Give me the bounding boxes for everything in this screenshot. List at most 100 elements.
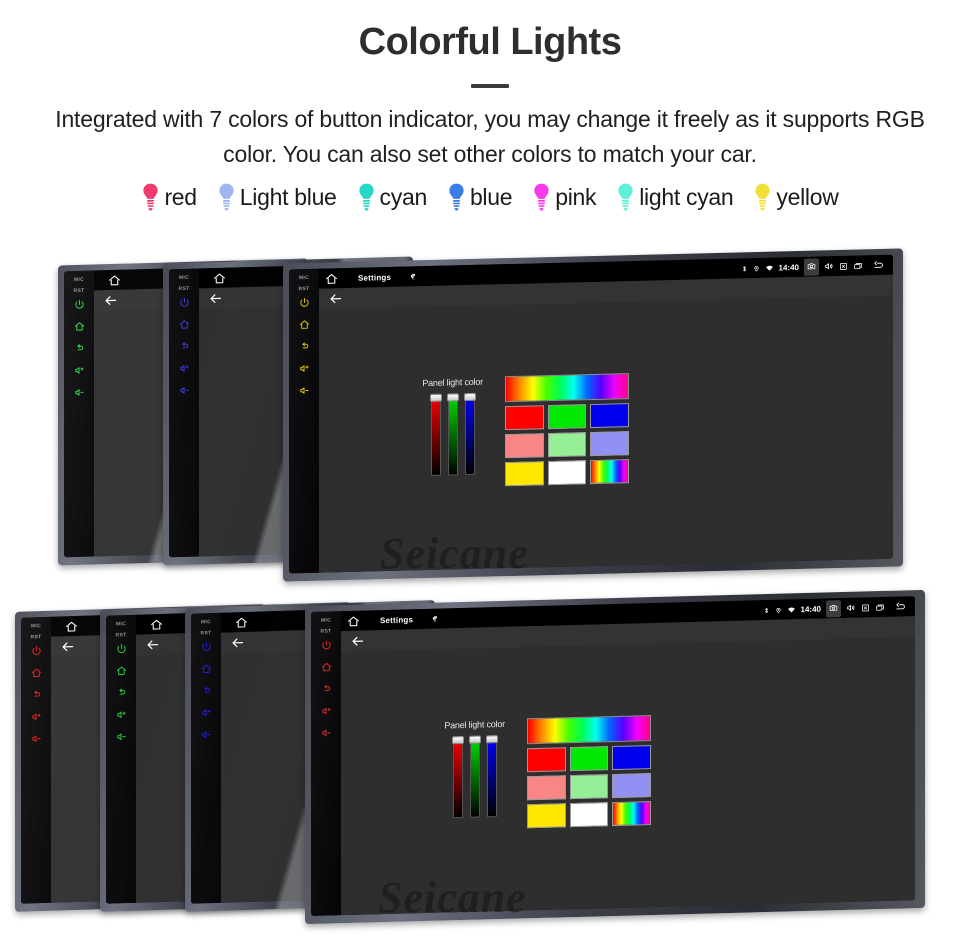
volume-up-icon[interactable] [31, 711, 42, 722]
speaker-icon[interactable] [846, 603, 856, 613]
back-icon[interactable] [321, 683, 332, 694]
swatch-yellow[interactable] [527, 803, 566, 829]
volume-down-icon[interactable] [321, 727, 332, 738]
volume-up-icon[interactable] [116, 709, 127, 720]
power-icon[interactable] [116, 643, 127, 654]
rgb-slider-group: Panel light color [444, 719, 505, 819]
camera-icon[interactable] [826, 599, 841, 617]
power-icon[interactable] [321, 639, 332, 650]
hue-gradient-bar[interactable] [505, 373, 630, 403]
home-icon[interactable] [325, 272, 338, 285]
home-icon[interactable] [116, 665, 127, 676]
home-icon[interactable] [179, 319, 190, 330]
red-slider[interactable] [451, 735, 464, 819]
red-slider[interactable] [429, 393, 442, 476]
swatch-light-green[interactable] [547, 432, 587, 458]
hard-key-column: MIC RST [169, 268, 199, 558]
home-icon[interactable] [299, 319, 310, 330]
blue-slider[interactable] [485, 735, 498, 818]
volume-up-icon[interactable] [179, 363, 190, 374]
back-icon[interactable] [31, 689, 42, 700]
swatch-light-red[interactable] [527, 775, 566, 801]
power-icon[interactable] [31, 645, 42, 656]
touch-screen[interactable]: Settings 14:40 Panel light color [341, 596, 915, 916]
slider-thumb[interactable] [485, 735, 498, 744]
home-icon[interactable] [74, 321, 85, 332]
swatch-blue[interactable] [612, 745, 652, 771]
swatch-white[interactable] [547, 460, 587, 486]
swatch-light-blue[interactable] [590, 431, 630, 457]
power-icon[interactable] [179, 297, 190, 308]
swatch-red[interactable] [527, 747, 566, 773]
recent-apps-icon[interactable] [875, 602, 885, 611]
home-icon[interactable] [150, 617, 163, 630]
back-arrow-icon[interactable] [103, 293, 118, 308]
slider-thumb[interactable] [468, 735, 481, 744]
back-arrow-icon[interactable] [230, 635, 245, 650]
back-arrow-icon[interactable] [350, 634, 365, 649]
unit-yellow[interactable]: MIC RST Settings 14:40 Panel light color [283, 248, 903, 582]
volume-down-icon[interactable] [74, 387, 85, 398]
slider-thumb[interactable] [463, 392, 476, 402]
home-icon[interactable] [213, 271, 226, 284]
swatch-light-blue[interactable] [612, 773, 652, 799]
volume-up-icon[interactable] [74, 365, 85, 376]
slider-thumb[interactable] [429, 393, 442, 402]
camera-icon[interactable] [804, 257, 819, 276]
green-slider[interactable] [446, 393, 459, 476]
back-arrow-icon[interactable] [328, 291, 343, 306]
slider-thumb[interactable] [451, 735, 464, 745]
swatch-green[interactable] [547, 404, 587, 430]
power-icon[interactable] [299, 297, 310, 308]
back-arrow-icon[interactable] [145, 637, 160, 652]
unit-red-front[interactable]: MIC RST Settings 14:40 Panel light color [305, 589, 925, 925]
back-arrow-icon[interactable] [872, 259, 885, 270]
swatch-light-green[interactable] [569, 774, 609, 800]
home-icon[interactable] [347, 614, 360, 627]
swatch-red[interactable] [505, 405, 544, 431]
back-icon[interactable] [116, 687, 127, 698]
swatch-blue[interactable] [590, 403, 630, 429]
back-icon[interactable] [201, 685, 212, 696]
home-icon[interactable] [321, 661, 332, 672]
swatch-rainbow[interactable] [612, 801, 652, 827]
back-icon[interactable] [299, 341, 310, 352]
legend-item-cyan: cyan [357, 182, 427, 213]
home-icon[interactable] [235, 615, 248, 628]
swatch-white[interactable] [569, 802, 609, 828]
volume-down-icon[interactable] [299, 385, 310, 396]
swatch-yellow[interactable] [505, 461, 544, 487]
legend-item-light-cyan: light cyan [616, 182, 734, 213]
home-icon[interactable] [201, 663, 212, 674]
speaker-icon[interactable] [824, 261, 834, 271]
home-icon[interactable] [108, 273, 121, 286]
volume-down-icon[interactable] [179, 385, 190, 396]
blue-slider[interactable] [463, 392, 476, 476]
volume-up-icon[interactable] [201, 707, 212, 718]
close-box-icon[interactable] [861, 603, 870, 612]
recent-apps-icon[interactable] [853, 261, 863, 270]
hue-gradient-bar[interactable] [527, 715, 652, 745]
home-icon[interactable] [65, 619, 78, 632]
touch-screen[interactable]: Settings 14:40 Panel light color [319, 254, 893, 573]
power-icon[interactable] [74, 299, 85, 310]
back-icon[interactable] [74, 343, 85, 354]
slider-thumb[interactable] [446, 393, 459, 402]
back-arrow-icon[interactable] [894, 601, 907, 612]
back-arrow-icon[interactable] [208, 291, 223, 306]
volume-down-icon[interactable] [31, 733, 42, 744]
swatch-light-red[interactable] [505, 433, 544, 459]
close-box-icon[interactable] [839, 261, 848, 270]
green-slider[interactable] [468, 735, 481, 818]
swatch-rainbow[interactable] [590, 459, 630, 485]
volume-up-icon[interactable] [299, 363, 310, 374]
back-icon[interactable] [179, 341, 190, 352]
back-arrow-icon[interactable] [60, 639, 75, 654]
volume-down-icon[interactable] [201, 729, 212, 740]
home-icon[interactable] [31, 667, 42, 678]
volume-down-icon[interactable] [116, 731, 127, 742]
rgb-slider-group: Panel light color [422, 377, 483, 476]
power-icon[interactable] [201, 641, 212, 652]
swatch-green[interactable] [569, 746, 609, 772]
volume-up-icon[interactable] [321, 705, 332, 716]
